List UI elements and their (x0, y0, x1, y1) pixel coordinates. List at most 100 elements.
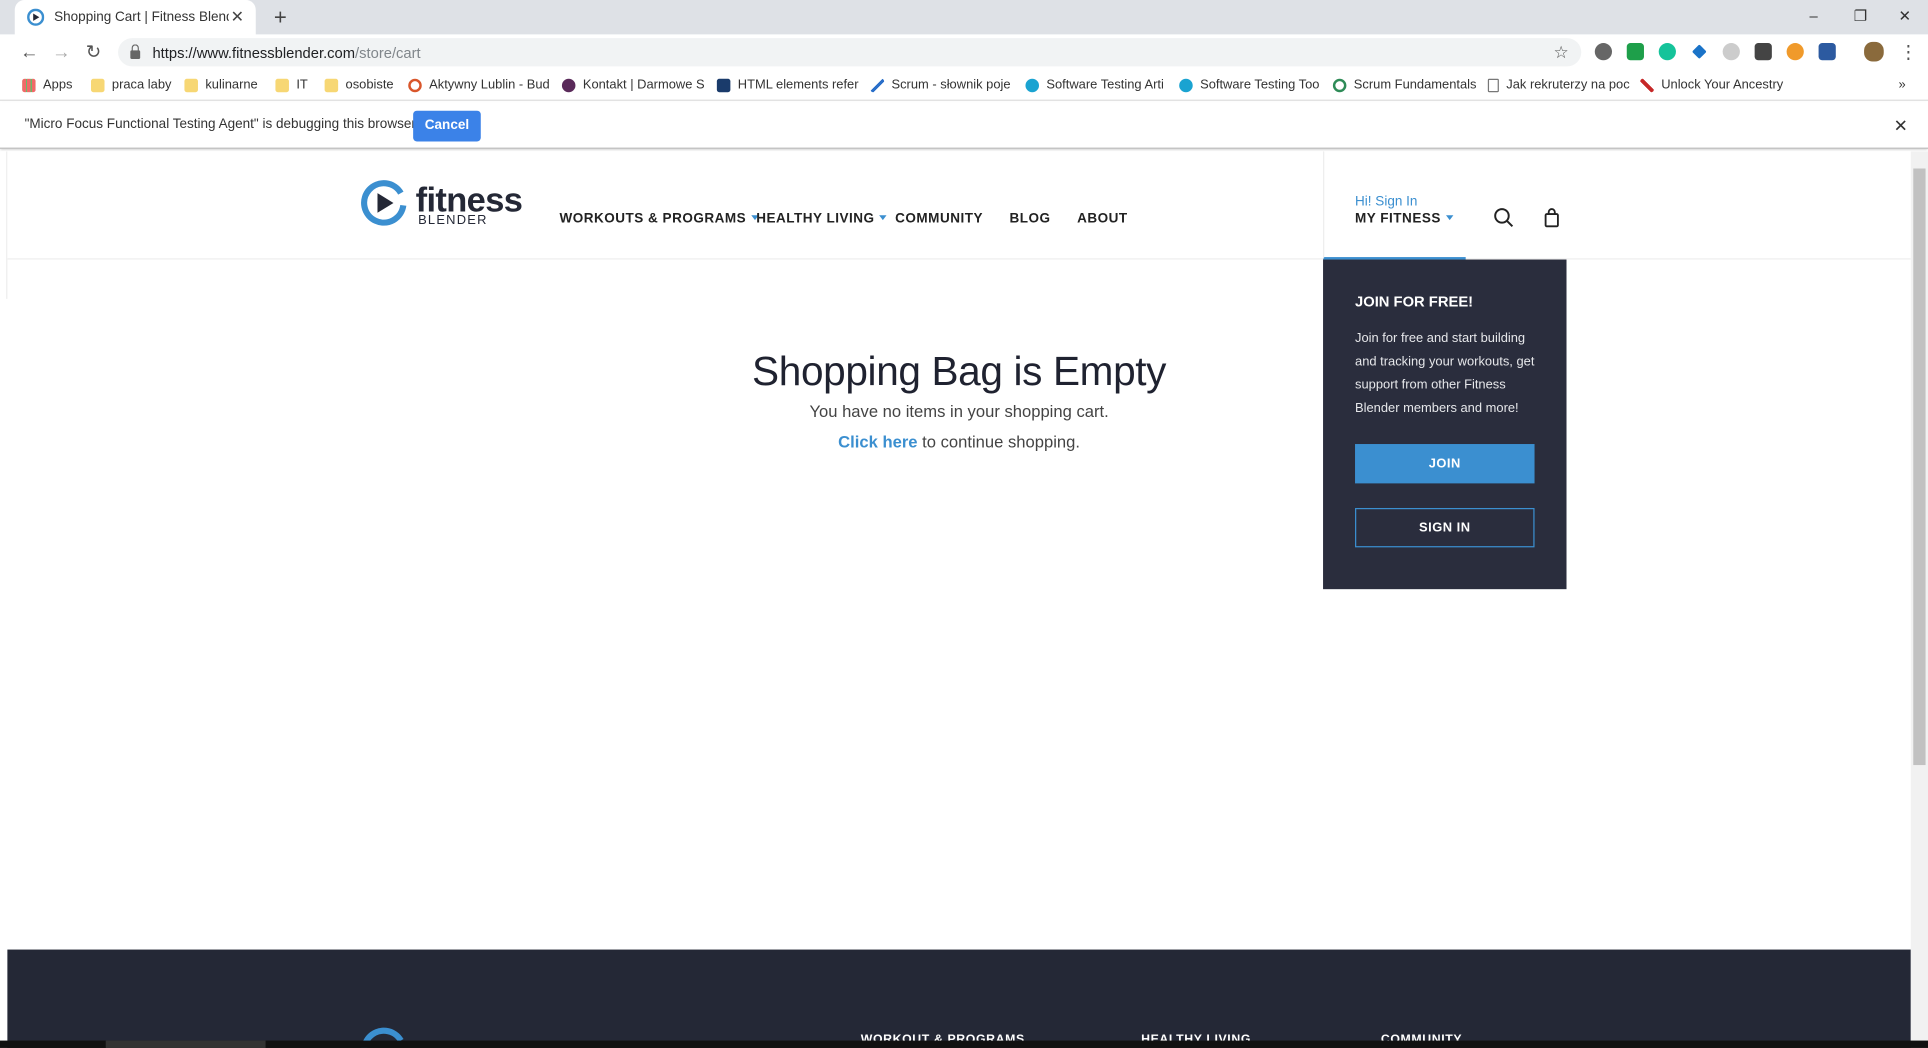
bookmark-label: Software Testing Too (1200, 77, 1320, 93)
lock-icon (130, 44, 141, 60)
nav-healthy-living[interactable]: HEALTHY LIVING (756, 211, 887, 227)
extension-x-icon[interactable] (1692, 44, 1707, 59)
new-tab-button[interactable]: + (268, 5, 293, 30)
reload-icon[interactable]: ↻ (81, 41, 106, 66)
site-icon (1640, 78, 1654, 92)
logo-mark-icon (361, 180, 407, 226)
continue-shopping-suffix: to continue shopping. (917, 432, 1080, 452)
scrollbar-thumb[interactable] (1913, 168, 1926, 766)
bookmark-html-elements[interactable]: HTML elements refer (716, 75, 859, 95)
join-button[interactable]: JOIN (1355, 444, 1535, 484)
site-icon (561, 78, 576, 92)
bookmark-label: Jak rekruterzy na poc (1506, 77, 1630, 93)
bookmark-label: osobiste (345, 77, 394, 93)
restore-button[interactable]: ❐ (1837, 0, 1884, 34)
bookmarks-overflow-icon[interactable]: » (1899, 75, 1906, 95)
bookmark-scrum-fundamentals[interactable]: Scrum Fundamentals (1332, 75, 1476, 95)
bookmark-label: HTML elements refer (737, 77, 859, 93)
empty-cart-message: You have no items in your shopping cart. (809, 402, 1109, 421)
folder-icon (275, 78, 289, 92)
nav-about[interactable]: ABOUT (1077, 212, 1128, 227)
nav-label: HEALTHY LIVING (756, 211, 875, 227)
sign-in-greeting[interactable]: Hi! Sign In (1355, 194, 1417, 209)
site-icon (716, 78, 731, 92)
bookmark-kontakt[interactable]: Kontakt | Darmowe S (561, 75, 705, 95)
page-icon (1487, 78, 1499, 92)
taskbar-item[interactable] (105, 1040, 266, 1048)
cancel-debugging-button[interactable]: Cancel (413, 110, 481, 142)
bookmarks-bar: Apps praca laby kulinarne IT osobiste Ak… (0, 70, 1928, 101)
site-icon (1179, 78, 1193, 92)
continue-shopping-text: Click here to continue shopping. (590, 433, 1328, 451)
folder-icon (184, 78, 198, 92)
bookmark-it[interactable]: IT (275, 75, 308, 95)
site-header: fitness BLENDER WORKOUTS & PROGRAMS HEAL… (7, 151, 1911, 260)
profile-avatar[interactable] (1864, 41, 1884, 62)
site-icon (408, 78, 422, 92)
site-logo[interactable]: fitness BLENDER (359, 178, 531, 230)
debugging-message: "Micro Focus Functional Testing Agent" i… (24, 116, 416, 132)
caret-down-icon (879, 215, 887, 221)
nav-blog[interactable]: BLOG (1010, 212, 1051, 227)
minimize-button[interactable]: – (1790, 0, 1837, 34)
bookmark-apps[interactable]: Apps (22, 75, 72, 95)
bookmark-star-icon[interactable]: ☆ (1554, 42, 1569, 63)
folder-icon (90, 78, 105, 92)
back-icon[interactable]: ← (17, 41, 42, 66)
browser-tab[interactable]: Shopping Cart | Fitness Blender ✕ (14, 0, 256, 35)
bookmark-software-testing-arti[interactable]: Software Testing Arti (1025, 75, 1164, 95)
bookmark-label: praca laby (111, 77, 172, 93)
bookmark-aktywny-lublin[interactable]: Aktywny Lublin - Bud (408, 75, 550, 95)
extension-k-icon[interactable] (1626, 43, 1644, 61)
bookmark-label: Unlock Your Ancestry (1661, 77, 1784, 93)
join-description: Join for free and start building and tra… (1355, 330, 1535, 416)
bookmark-kulinarne[interactable]: kulinarne (184, 75, 258, 95)
extension-color-icon[interactable] (1786, 43, 1804, 61)
tab-title: Shopping Cart | Fitness Blender (54, 9, 229, 25)
extension-a-icon[interactable] (1818, 43, 1836, 61)
window-close-button[interactable]: ✕ (1881, 0, 1928, 34)
bookmark-label: Kontakt | Darmowe S (582, 77, 705, 93)
bookmark-label: Aktywny Lublin - Bud (429, 77, 550, 93)
browser-menu-icon[interactable]: ⋮ (1896, 41, 1921, 66)
search-icon[interactable] (1493, 207, 1515, 229)
extension-notes-icon[interactable] (1754, 43, 1772, 61)
continue-shopping-link[interactable]: Click here (838, 433, 917, 451)
extension-shield-icon[interactable] (1594, 43, 1613, 61)
extension-cloud-icon[interactable] (1722, 43, 1740, 61)
forward-icon[interactable]: → (49, 41, 74, 66)
page-scrollbar[interactable] (1910, 151, 1928, 1048)
screen: Shopping Cart | Fitness Blender ✕ + – ❐ … (0, 0, 1928, 1048)
browser-tab-strip: Shopping Cart | Fitness Blender ✕ + – ❐ … (0, 0, 1928, 35)
os-taskbar (0, 1040, 1928, 1048)
apps-grid-icon (22, 78, 36, 92)
bookmark-osobiste[interactable]: osobiste (324, 75, 394, 95)
web-page: fitness BLENDER WORKOUTS & PROGRAMS HEAL… (0, 151, 1928, 1048)
tab-close-icon[interactable]: ✕ (229, 7, 246, 27)
bookmark-scrum-slownik[interactable]: Scrum - słownik poje (870, 75, 1011, 95)
extension-grammarly-icon[interactable] (1658, 43, 1676, 61)
bookmark-praca-laby[interactable]: praca laby (90, 75, 172, 95)
my-fitness-label: MY FITNESS (1355, 212, 1454, 226)
nav-workouts-programs[interactable]: WORKOUTS & PROGRAMS (559, 211, 759, 227)
logo-subtext: BLENDER (418, 212, 488, 228)
nav-community[interactable]: COMMUNITY (895, 212, 983, 227)
scaled-canvas: Shopping Cart | Fitness Blender ✕ + – ❐ … (0, 0, 1928, 1048)
infobar-close-icon[interactable]: ✕ (1894, 116, 1908, 137)
favicon-icon (27, 8, 45, 26)
page-left-edge (0, 151, 8, 299)
join-title: JOIN FOR FREE! (1355, 292, 1474, 310)
debugging-infobar: "Micro Focus Functional Testing Agent" i… (0, 102, 1928, 149)
site-icon (1025, 78, 1040, 92)
my-fitness-menu[interactable]: Hi! Sign In MY FITNESS (1323, 151, 1466, 260)
bookmark-software-testing-too[interactable]: Software Testing Too (1179, 75, 1319, 95)
address-bar[interactable]: https://www.fitnessblender.com/store/car… (118, 38, 1582, 67)
sign-in-button[interactable]: SIGN IN (1355, 507, 1535, 548)
bookmark-unlock-ancestry[interactable]: Unlock Your Ancestry (1640, 75, 1783, 95)
shopping-bag-icon[interactable] (1541, 207, 1563, 229)
nav-label: WORKOUTS & PROGRAMS (559, 211, 747, 227)
bookmark-jak-rekruterzy[interactable]: Jak rekruterzy na poc (1487, 75, 1630, 95)
join-dropdown-panel: JOIN FOR FREE! Join for free and start b… (1323, 259, 1567, 590)
site-footer: WORKOUT & PROGRAMS HEALTHY LIVING COMMUN… (7, 949, 1911, 1048)
bookmark-label: Scrum - słownik poje (891, 77, 1011, 93)
